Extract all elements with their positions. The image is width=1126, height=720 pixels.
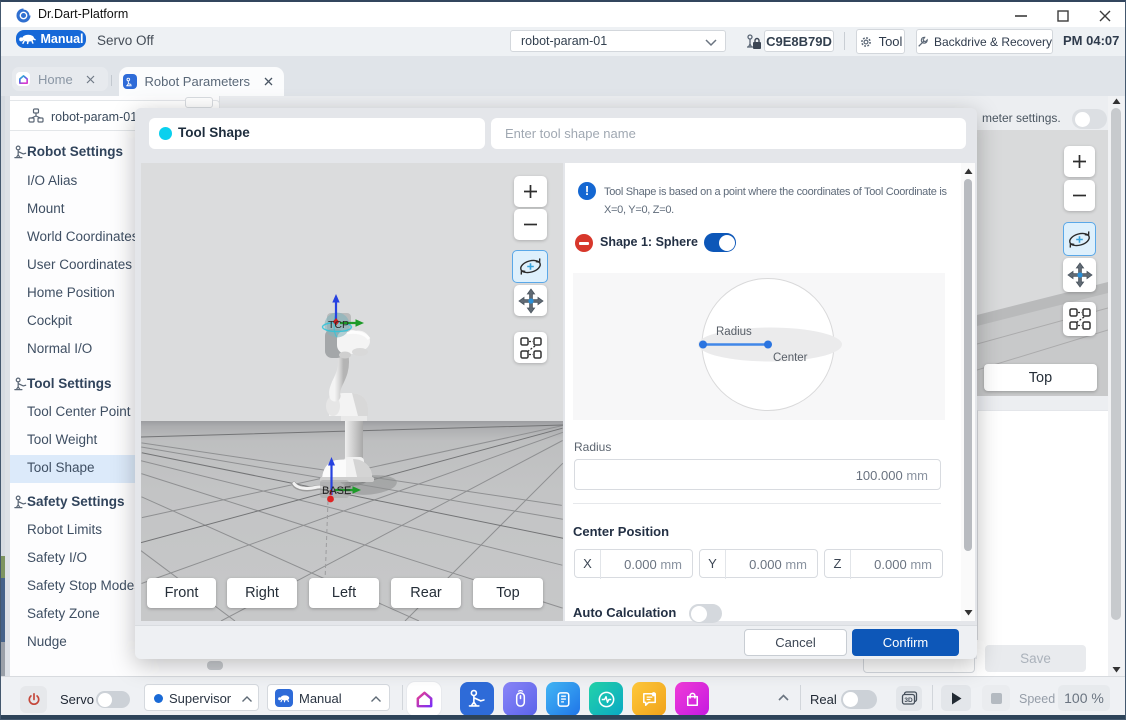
svg-text:3D: 3D bbox=[904, 697, 913, 704]
svg-text:Center: Center bbox=[773, 352, 808, 364]
svg-text:BASE: BASE bbox=[322, 485, 351, 497]
svg-text:Radius: Radius bbox=[716, 326, 752, 338]
svg-text:TCP: TCP bbox=[328, 319, 349, 331]
